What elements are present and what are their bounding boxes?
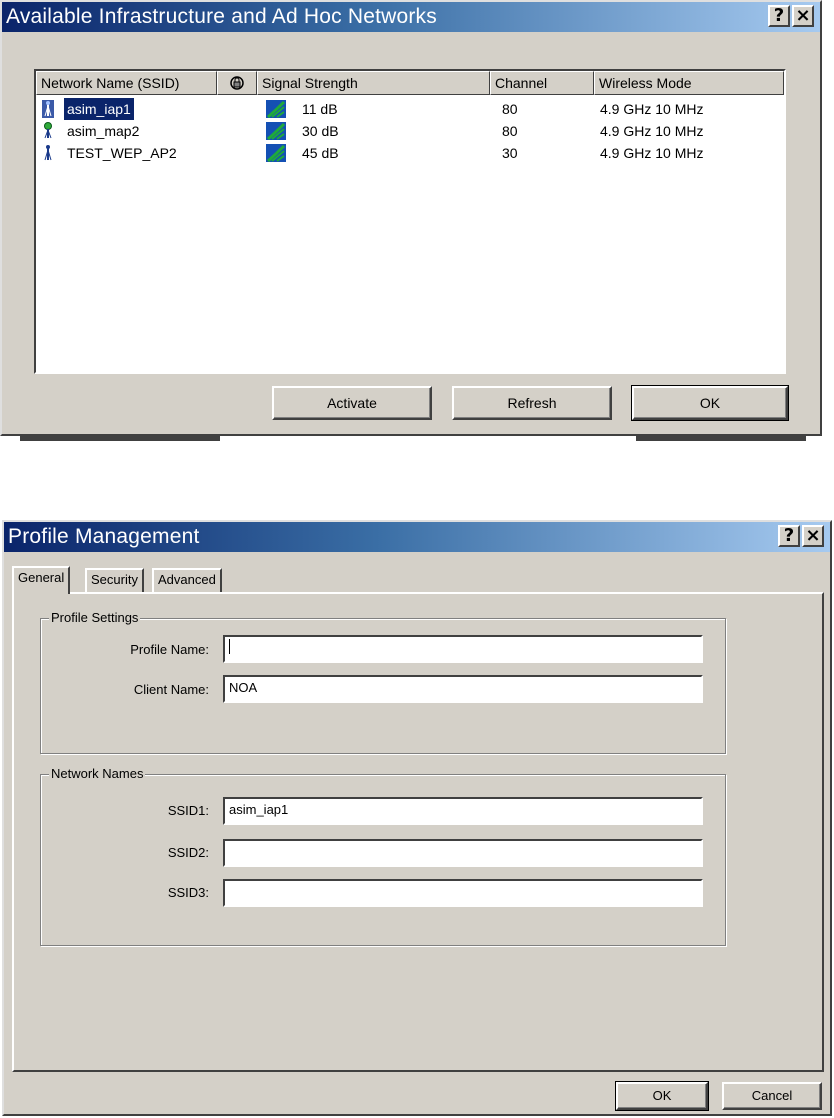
general-tab-panel: Profile Settings Profile Name: Client Na…	[12, 592, 824, 1072]
group-label: Profile Settings	[49, 610, 141, 625]
column-encryption[interactable]	[217, 71, 257, 95]
channel-value: 30	[502, 145, 518, 161]
signal-strength-icon	[266, 100, 286, 118]
column-network-name[interactable]: Network Name (SSID)	[36, 71, 217, 95]
ssid1-field[interactable]: asim_iap1	[223, 797, 703, 825]
close-button[interactable]: ×	[802, 525, 824, 547]
ok-button[interactable]: OK	[631, 385, 789, 421]
tab-general[interactable]: General	[12, 566, 71, 594]
wireless-mode-value: 4.9 GHz 10 MHz	[600, 145, 704, 161]
network-name: asim_iap1	[64, 98, 134, 120]
text-caret	[229, 639, 230, 654]
signal-value: 11 dB	[302, 101, 338, 117]
close-icon: ×	[805, 525, 821, 546]
infrastructure-tower-icon	[44, 145, 52, 161]
tab-security[interactable]: Security	[85, 568, 144, 592]
ssid2-field[interactable]	[223, 839, 703, 867]
infrastructure-tower-icon	[42, 100, 54, 118]
client-name-field[interactable]: NOA	[223, 675, 703, 703]
help-icon: ?	[773, 5, 785, 26]
background-window-edge	[636, 436, 806, 441]
list-item[interactable]: asim_map2 30 dB 80 4.9 GHz 10 MHz	[36, 120, 784, 142]
list-item[interactable]: asim_iap1 11 dB 80 4.9 GHz 10 MHz	[36, 98, 784, 120]
help-button[interactable]: ?	[778, 525, 800, 547]
column-wireless-mode[interactable]: Wireless Mode	[594, 71, 784, 95]
dialog-title: Profile Management	[8, 525, 200, 548]
wireless-mode-value: 4.9 GHz 10 MHz	[600, 101, 704, 117]
group-label: Network Names	[49, 766, 146, 781]
signal-value: 45 dB	[302, 145, 339, 161]
adhoc-tower-icon	[44, 122, 52, 139]
encryption-lock-icon	[230, 76, 244, 90]
title-bar[interactable]: Available Infrastructure and Ad Hoc Netw…	[2, 2, 820, 32]
signal-strength-icon	[266, 122, 286, 140]
refresh-button[interactable]: Refresh	[452, 386, 612, 420]
ssid2-label: SSID2:	[167, 845, 209, 860]
wireless-mode-value: 4.9 GHz 10 MHz	[600, 123, 704, 139]
signal-value: 30 dB	[302, 123, 339, 139]
column-signal-strength[interactable]: Signal Strength	[257, 71, 490, 95]
client-name-label: Client Name:	[133, 682, 209, 697]
ok-button[interactable]: OK	[615, 1081, 709, 1111]
list-header: Network Name (SSID) Signal Strength Chan…	[36, 71, 784, 95]
dialog-title: Available Infrastructure and Ad Hoc Netw…	[6, 5, 437, 28]
tab-advanced[interactable]: Advanced	[152, 568, 222, 592]
channel-value: 80	[502, 123, 518, 139]
signal-strength-icon	[266, 144, 286, 162]
column-channel[interactable]: Channel	[490, 71, 594, 95]
close-button[interactable]: ×	[792, 5, 814, 27]
network-name: asim_map2	[67, 123, 140, 139]
help-button[interactable]: ?	[768, 5, 790, 27]
activate-button[interactable]: Activate	[272, 386, 432, 420]
channel-value: 80	[502, 101, 518, 117]
ssid3-label: SSID3:	[167, 885, 209, 900]
profile-name-field[interactable]	[223, 635, 703, 663]
ssid1-label: SSID1:	[167, 803, 209, 818]
networks-list[interactable]: Network Name (SSID) Signal Strength Chan…	[34, 69, 786, 374]
profile-management-dialog: Profile Management ? × General Security …	[2, 520, 832, 1116]
help-icon: ?	[783, 525, 795, 546]
close-icon: ×	[795, 5, 811, 26]
available-networks-dialog: Available Infrastructure and Ad Hoc Netw…	[0, 0, 822, 436]
ssid3-field[interactable]	[223, 879, 703, 907]
profile-settings-group: Profile Settings Profile Name: Client Na…	[40, 610, 726, 754]
background-window-edge	[20, 436, 220, 441]
cancel-button[interactable]: Cancel	[722, 1082, 822, 1110]
list-item[interactable]: TEST_WEP_AP2 45 dB 30 4.9 GHz 10 MHz	[36, 142, 784, 164]
network-name: TEST_WEP_AP2	[67, 145, 177, 161]
network-names-group: Network Names SSID1: asim_iap1 SSID2: SS…	[40, 766, 726, 946]
title-bar[interactable]: Profile Management ? ×	[4, 522, 830, 552]
profile-name-label: Profile Name:	[130, 642, 209, 657]
